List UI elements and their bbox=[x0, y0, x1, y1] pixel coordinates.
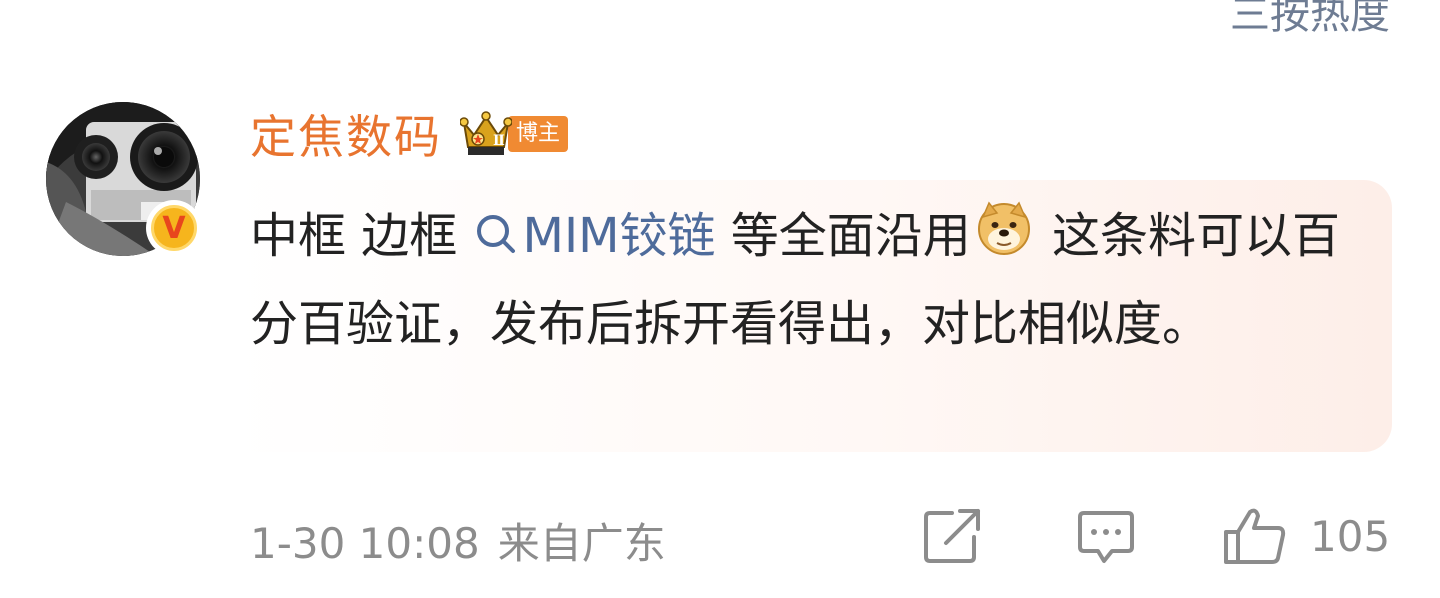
comment-card: 三按热度 V 定焦数码 Ⅱ 博主 中框 边框 MIM铰链 等全面沿用 这条料可以… bbox=[0, 0, 1440, 598]
comment-meta: 1-30 10:08 来自广东 bbox=[250, 510, 666, 571]
comment-icon bbox=[1076, 507, 1136, 565]
comment-button[interactable] bbox=[1076, 506, 1136, 566]
sort-by-hot-label[interactable]: 三按热度 bbox=[1230, 0, 1390, 40]
crown-level-numeral: Ⅱ bbox=[493, 133, 505, 149]
blogger-badge: 博主 bbox=[508, 116, 569, 152]
like-count: 105 bbox=[1310, 511, 1391, 561]
share-icon bbox=[922, 507, 984, 565]
topic-link[interactable]: MIM铰链 bbox=[473, 208, 716, 264]
comment-text-part2: 等全面沿用 bbox=[715, 208, 971, 264]
search-icon bbox=[473, 197, 517, 282]
verified-v-badge-icon: V bbox=[146, 200, 202, 256]
crown-level-icon: Ⅱ bbox=[459, 111, 513, 157]
thumbs-up-icon bbox=[1222, 506, 1288, 566]
user-row: 定焦数码 Ⅱ 博主 bbox=[250, 101, 569, 167]
comment-text-part1: 中框 边框 bbox=[250, 208, 473, 264]
topic-link-label: MIM铰链 bbox=[522, 208, 716, 264]
location: 来自广东 bbox=[497, 519, 666, 568]
like-button[interactable]: 105 bbox=[1222, 506, 1390, 566]
comment-text: 中框 边框 MIM铰链 等全面沿用 这条料可以百分百验证，发布后拆开看得出，对比… bbox=[250, 194, 1360, 367]
username[interactable]: 定焦数码 bbox=[250, 101, 442, 167]
share-button[interactable] bbox=[922, 506, 984, 566]
doge-emoji bbox=[977, 197, 1031, 282]
timestamp: 1-30 10:08 bbox=[250, 519, 480, 568]
